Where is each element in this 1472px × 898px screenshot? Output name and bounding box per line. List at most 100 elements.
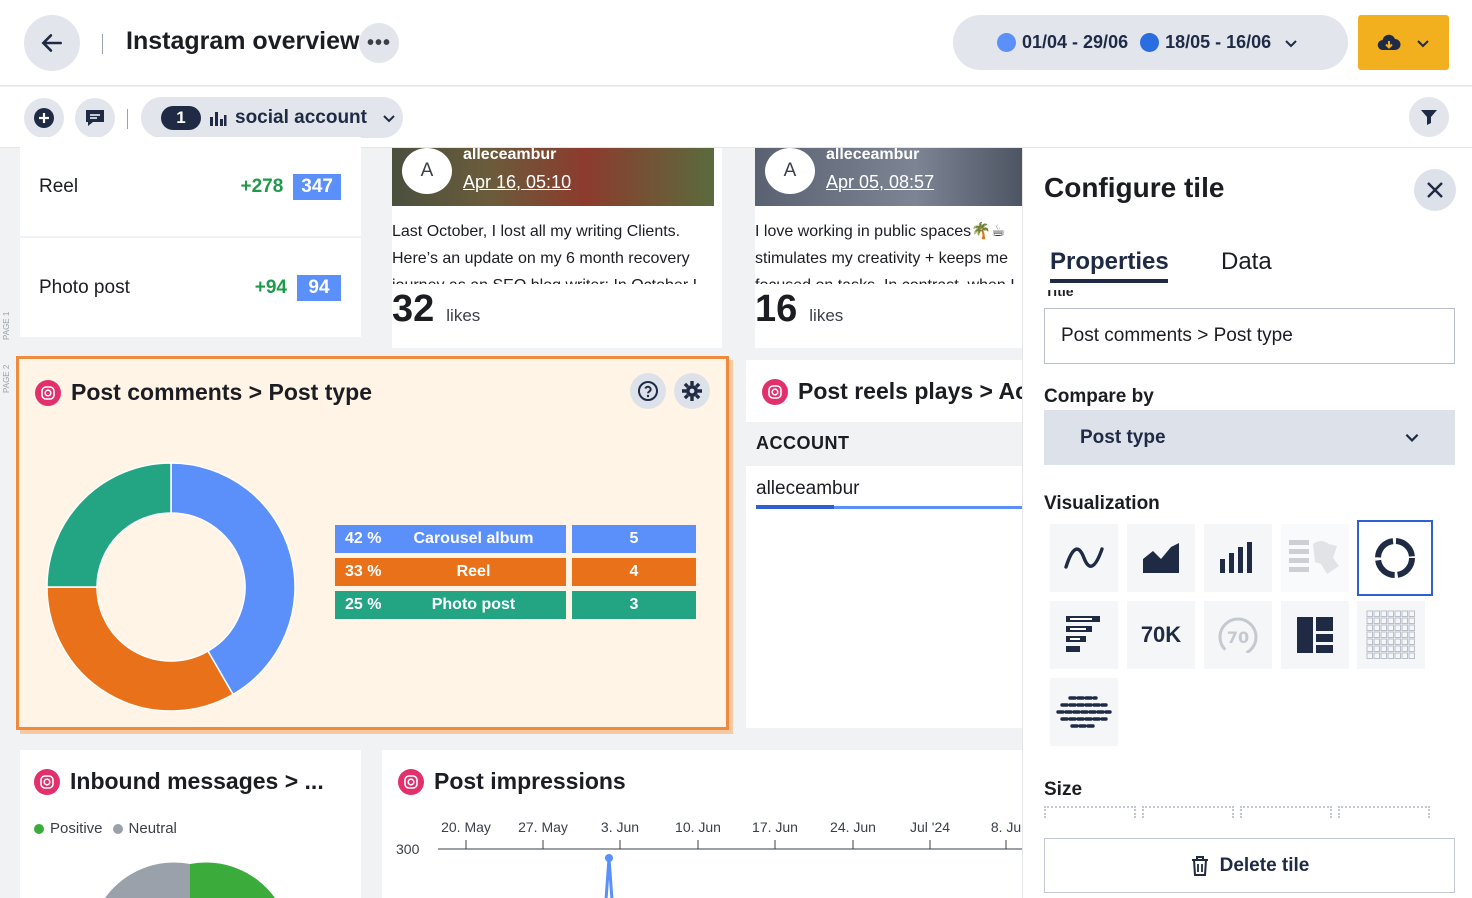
x-tick-label: 20. May xyxy=(441,819,491,835)
likes-count: 32 xyxy=(392,288,435,330)
heatmap-cell xyxy=(1394,631,1401,638)
donut-slice-photo-post[interactable] xyxy=(46,462,172,588)
heatmap-cell xyxy=(1373,638,1380,645)
heatmap-cell xyxy=(1373,617,1380,624)
compare-by-select[interactable]: Post type xyxy=(1044,410,1455,465)
post-card[interactable]: A alleceambur Apr 16, 05:10 Last October… xyxy=(392,148,722,348)
tile-title-text: Inbound messages > ... xyxy=(70,768,324,794)
size-option[interactable] xyxy=(1142,806,1234,818)
post-card[interactable]: A alleceambur Apr 05, 08:57 I love worki… xyxy=(755,148,1022,348)
legend-value: 4 xyxy=(572,558,696,586)
heatmap-cell xyxy=(1394,624,1401,631)
viz-donut-chart-option[interactable] xyxy=(1357,520,1433,596)
heatmap-cell xyxy=(1373,645,1380,652)
instagram-icon xyxy=(34,768,60,795)
heatmap-cell xyxy=(1408,624,1415,631)
heatmap-cell xyxy=(1366,638,1373,645)
post-likes: 32 likes xyxy=(392,288,480,331)
size-option[interactable] xyxy=(1044,806,1136,818)
filter-button[interactable] xyxy=(1409,97,1449,137)
stat-delta: +94 xyxy=(254,276,287,298)
heatmap-cell xyxy=(1366,610,1373,617)
primary-range-dot xyxy=(997,33,1016,52)
viz-horizontal-bar-option[interactable] xyxy=(1050,601,1118,669)
post-date-link[interactable]: Apr 05, 08:57 xyxy=(826,172,934,193)
comments-button[interactable] xyxy=(75,98,115,138)
heatmap-cell xyxy=(1408,652,1415,659)
heatmap-cell xyxy=(1366,617,1373,624)
panel-title: Configure tile xyxy=(1044,172,1225,203)
settings-button[interactable] xyxy=(674,373,710,409)
viz-heatmap-option[interactable] xyxy=(1357,601,1425,669)
account-selector-label: social account xyxy=(235,106,367,128)
heatmap-cell xyxy=(1401,638,1408,645)
chart-legend-table: 42 % Carousel album 5 33 % Reel 4 25 % P… xyxy=(335,525,696,624)
svg-text:70: 70 xyxy=(1227,628,1249,647)
compare-date-range: 18/05 - 16/06 xyxy=(1165,32,1272,52)
heatmap-cell xyxy=(1380,652,1387,659)
heatmap-cell xyxy=(1380,631,1387,638)
post-reels-plays-tile[interactable]: Post reels plays > Ac ACCOUNT alleceambu… xyxy=(746,360,1028,728)
more-options-button[interactable]: ••• xyxy=(359,23,399,63)
chevron-down-icon xyxy=(1285,39,1297,47)
tile-title-text: Post comments > Post type xyxy=(71,379,372,405)
date-range-selector[interactable]: 01/04 - 29/06 18/05 - 16/06 xyxy=(953,15,1348,70)
heatmap-cell xyxy=(1366,631,1373,638)
primary-date-range: 01/04 - 29/06 xyxy=(1022,32,1129,52)
plus-icon xyxy=(34,108,54,128)
viz-treemap-option[interactable] xyxy=(1281,601,1349,669)
account-count-badge: 1 xyxy=(161,105,201,130)
table-column-header[interactable]: ACCOUNT xyxy=(746,422,1026,466)
compare-value-bar xyxy=(756,505,834,509)
bar-chart-icon xyxy=(210,111,227,126)
post-date-link[interactable]: Apr 16, 05:10 xyxy=(463,172,571,193)
delete-tile-button[interactable]: Delete tile xyxy=(1044,838,1455,893)
viz-map-option[interactable] xyxy=(1281,524,1349,592)
account-selector[interactable]: 1 social account xyxy=(141,97,403,138)
size-option[interactable] xyxy=(1338,806,1430,818)
post-comments-tile[interactable]: Post comments > Post type 42 % Carousel … xyxy=(16,356,729,730)
viz-bar-chart-option[interactable] xyxy=(1204,524,1272,592)
post-likes: 16 likes xyxy=(755,288,843,331)
toolbar-separator xyxy=(127,109,128,129)
heatmap-cell xyxy=(1366,652,1373,659)
heatmap-cell xyxy=(1366,645,1373,652)
line-chart-icon xyxy=(1064,547,1104,569)
donut-slice-reel[interactable] xyxy=(46,586,235,712)
add-tile-button[interactable] xyxy=(24,98,64,138)
viz-area-chart-option[interactable] xyxy=(1127,524,1195,592)
post-caption: Last October, I lost all my writing Clie… xyxy=(392,223,697,284)
export-button[interactable] xyxy=(1358,15,1449,70)
size-option[interactable] xyxy=(1240,806,1332,818)
tile-title-input[interactable]: Post comments > Post type xyxy=(1044,308,1455,364)
post-impressions-tile[interactable]: Post impressions 20. May 27. May 3. Jun … xyxy=(382,750,1026,898)
heatmap-cell xyxy=(1394,652,1401,659)
tile-title: Post impressions xyxy=(398,768,626,795)
heatmap-cell xyxy=(1387,652,1394,659)
likes-label: likes xyxy=(446,306,481,325)
legend-item-positive[interactable]: Positive xyxy=(34,820,103,837)
legend-value: 5 xyxy=(572,525,696,553)
x-tick-label: 8. Ju xyxy=(990,819,1022,835)
inbound-messages-tile[interactable]: Inbound messages > ... Positive Neutral xyxy=(20,750,361,898)
heatmap-cell xyxy=(1387,610,1394,617)
back-button[interactable] xyxy=(24,15,80,71)
help-button[interactable] xyxy=(630,373,666,409)
viz-number-option[interactable]: 70K xyxy=(1127,601,1195,669)
heatmap-cell xyxy=(1373,624,1380,631)
close-panel-button[interactable] xyxy=(1414,169,1456,211)
likes-label: likes xyxy=(809,306,844,325)
legend-label-cell: 42 % Carousel album xyxy=(335,525,566,553)
tab-data[interactable]: Data xyxy=(1221,248,1272,276)
heatmap-cell xyxy=(1408,610,1415,617)
viz-word-cloud-option[interactable] xyxy=(1050,678,1118,746)
heatmap-cell xyxy=(1394,638,1401,645)
viz-gauge-option[interactable]: 70 xyxy=(1204,601,1272,669)
viz-line-chart-option[interactable] xyxy=(1050,524,1118,592)
legend-percent: 42 % xyxy=(345,530,382,547)
legend-item-neutral[interactable]: Neutral xyxy=(112,820,177,837)
close-icon xyxy=(1427,182,1443,198)
tab-properties[interactable]: Properties xyxy=(1050,248,1169,276)
heatmap-cell xyxy=(1408,645,1415,652)
legend-row: 25 % Photo post 3 xyxy=(335,591,696,619)
